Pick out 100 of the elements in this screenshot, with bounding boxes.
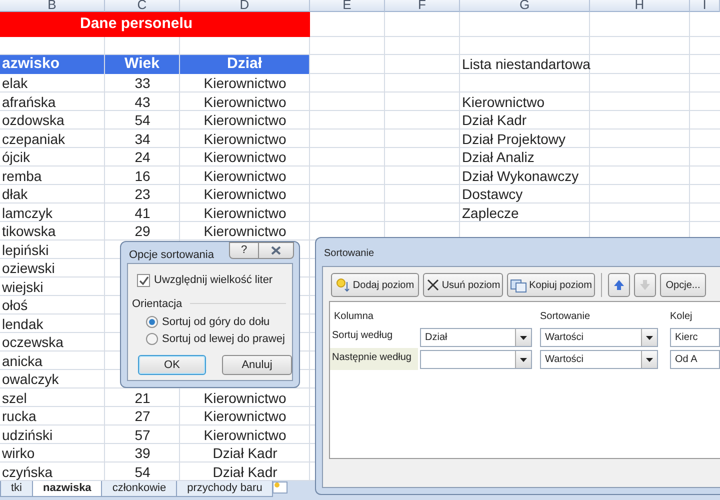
table-cell-text: Dział Kadr [212, 462, 278, 481]
header-cell: Wiek [105, 55, 180, 74]
checkbox[interactable] [137, 274, 150, 287]
add-level-button[interactable]: Dodaj poziom [331, 273, 419, 297]
table-cell-text: Kierownictwo [202, 204, 288, 222]
help-button[interactable]: ? [229, 242, 259, 259]
dropdown[interactable]: Kierc [670, 328, 720, 347]
close-button[interactable] [258, 242, 294, 259]
column-heading: Kolej [670, 310, 692, 324]
table-cell-text: udziński [1, 426, 54, 444]
column-header[interactable]: C [105, 0, 180, 12]
table-cell-text: lepiński [1, 240, 50, 259]
table-cell-text: 54 [134, 111, 152, 130]
table-cell-text: Kierownictwo [202, 407, 288, 426]
table-cell-text: Dział Projektowy [461, 130, 566, 148]
table-cell-text: Dział Analiz [461, 148, 536, 166]
delete-icon [426, 278, 440, 292]
table-cell-text: 57 [134, 426, 152, 444]
column-header[interactable]: F [385, 0, 460, 12]
table-cell-text: rucka [1, 407, 38, 426]
table-cell-text: czepaniak [1, 130, 66, 148]
close-icon [271, 246, 281, 255]
radio-label: Sortuj od góry do dołu [162, 315, 270, 330]
table-cell-text: Kierownictwo [202, 130, 288, 148]
dropdown[interactable]: Dział [420, 328, 532, 347]
radio-button[interactable] [146, 316, 158, 328]
table-cell-text: 54 [134, 462, 152, 481]
table-cell-text: wirko [1, 444, 36, 462]
table-cell-text: wiejski [1, 278, 44, 296]
table-cell-text: Dział Kadr [461, 111, 528, 130]
table-cell-text: anicka [1, 352, 44, 370]
table-cell-text: Kierownictwo [202, 388, 288, 407]
column-header[interactable]: B [0, 0, 105, 12]
options-button[interactable]: Opcje... [660, 273, 706, 297]
table-cell-text: Kierownictwo [202, 74, 288, 92]
table-cell-text: Kierownictwo [202, 92, 288, 111]
caret-icon [520, 358, 527, 362]
header-cell: Dział [180, 55, 310, 74]
copy-level-button[interactable]: Kopiuj poziom [507, 273, 595, 297]
table-cell-text: Kierownictwo [461, 92, 546, 111]
dropdown[interactable]: Wartości [540, 350, 658, 369]
column-heading: Kolumna [334, 310, 374, 324]
table-cell-text: Dział Kadr [212, 444, 278, 462]
table-cell-text: Kierownictwo [202, 222, 288, 240]
radio-button[interactable] [146, 333, 158, 346]
title-cell: Dane personelu [0, 12, 310, 37]
table-cell-text: 39 [134, 444, 152, 462]
table-cell-text: 21 [134, 388, 152, 407]
dropdown[interactable]: Od A [670, 350, 720, 369]
move-up-button[interactable] [608, 273, 630, 297]
table-cell-text: 24 [134, 148, 152, 166]
table-cell-text: owalczyk [1, 370, 60, 388]
group-label: Orientacja [132, 297, 182, 312]
sheet-tab[interactable]: tki [0, 481, 33, 497]
table-cell-text: Kierownictwo [202, 148, 288, 166]
table-cell-text: oczewska [1, 333, 64, 352]
up-arrow-icon [614, 279, 624, 291]
caret-icon [646, 358, 653, 362]
table-cell-text: 16 [134, 166, 152, 185]
sheet-tab[interactable]: przychody baru [176, 481, 274, 497]
delete-level-button[interactable]: Usuń poziom [423, 273, 503, 297]
table-cell-text: elak [1, 74, 29, 92]
table-cell-text: 29 [134, 222, 152, 240]
dialog-title: Sortowanie [324, 247, 374, 261]
column-header[interactable]: G [460, 0, 590, 12]
dropdown[interactable] [420, 350, 532, 369]
cancel-button[interactable]: Anuluj [222, 355, 292, 375]
level-label: Następnie według [330, 348, 418, 370]
down-arrow-icon [640, 279, 650, 291]
column-header[interactable]: I [690, 0, 720, 12]
table-cell-text: 34 [134, 130, 152, 148]
table-cell-text: Dział Wykonawczy [461, 166, 580, 185]
table-cell-text: Dostawcy [461, 185, 524, 204]
new-sheet-icon[interactable] [272, 481, 288, 494]
table-cell-text: 43 [134, 92, 152, 111]
table-cell-text: afrańska [1, 92, 57, 111]
ok-button[interactable]: OK [138, 355, 206, 375]
sheet-tab[interactable]: członkowie [101, 481, 178, 497]
table-cell-text: ozdowska [1, 111, 66, 130]
table-cell-text: Zaplecze [461, 204, 520, 222]
dropdown[interactable]: Wartości [540, 328, 658, 347]
table-cell-text: 41 [134, 204, 152, 222]
table-cell-text: Kierownictwo [202, 166, 288, 185]
table-cell-text: czyńska [1, 462, 54, 481]
table-cell-text: tikowska [1, 222, 57, 240]
column-header[interactable]: H [590, 0, 690, 12]
table-cell-text: Kierownictwo [202, 426, 288, 444]
table-cell-text: Kierownictwo [202, 111, 288, 130]
table-cell-text: 33 [134, 74, 152, 92]
column-header[interactable]: E [310, 0, 385, 12]
table-cell-text: 27 [134, 407, 152, 426]
sheet-tab[interactable]: nazwiska [32, 481, 102, 497]
add-level-icon [336, 278, 351, 292]
header-cell: azwisko [0, 55, 105, 74]
table-cell-text: ójcik [1, 148, 32, 166]
table-cell-text: lendak [1, 314, 44, 333]
caret-icon [520, 336, 527, 340]
table-cell-text: remba [1, 166, 43, 185]
checkbox-label: Uwzględnij wielkość liter [154, 273, 273, 288]
column-header[interactable]: D [180, 0, 310, 12]
